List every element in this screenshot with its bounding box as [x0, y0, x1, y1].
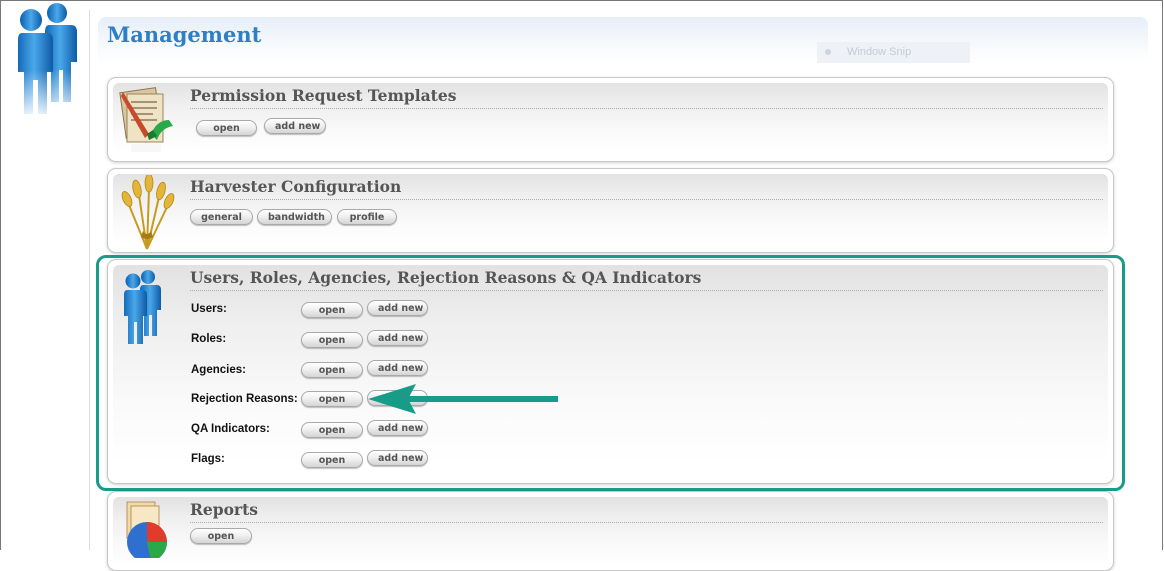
rail-divider — [89, 10, 90, 550]
page-title: Management — [107, 22, 262, 47]
harvester-general-button[interactable]: general — [190, 209, 253, 225]
agencies-row-label: Agencies: — [191, 364, 246, 376]
users-row-label: Users: — [191, 303, 227, 315]
qa-indicators-open-button[interactable]: open — [301, 422, 363, 438]
permission-card-title: Permission Request Templates — [190, 86, 1103, 109]
harvester-configuration-card: Harvester Configuration general bandwidt… — [107, 168, 1114, 253]
left-rail — [0, 0, 89, 140]
flags-row-label: Flags: — [191, 453, 225, 465]
reports-card-title: Reports — [190, 500, 1103, 523]
permission-add-new-button[interactable]: add new — [264, 118, 326, 134]
snip-label: Window Snip — [847, 46, 912, 58]
flags-open-button[interactable]: open — [301, 452, 363, 468]
card-header-band — [113, 265, 1108, 465]
window-snip-overlay: Window Snip — [817, 42, 970, 63]
roles-add-new-button[interactable]: add new — [367, 330, 428, 346]
roles-row-label: Roles: — [191, 333, 227, 345]
users-icon — [5, 3, 85, 120]
harvester-bandwidth-button[interactable]: bandwidth — [257, 209, 332, 225]
qa-indicators-row-label: QA Indicators: — [191, 423, 270, 435]
rejection-reasons-row-label: Rejection Reasons: — [191, 393, 298, 405]
agencies-add-new-button[interactable]: add new — [367, 360, 428, 376]
users-roles-agencies-card: Users, Roles, Agencies, Rejection Reason… — [107, 259, 1114, 484]
pie-chart-icon — [126, 501, 167, 558]
users-open-button[interactable]: open — [301, 302, 363, 318]
users-add-new-button[interactable]: add new — [367, 300, 428, 316]
permission-request-templates-card: Permission Request Templates open add ne… — [107, 77, 1114, 162]
harvester-card-title: Harvester Configuration — [190, 177, 1103, 200]
rejection-reasons-open-button[interactable]: open — [301, 391, 363, 407]
users-card-title: Users, Roles, Agencies, Rejection Reason… — [190, 268, 1103, 291]
wheat-icon — [121, 175, 175, 250]
snip-dot-icon — [825, 49, 831, 55]
permission-open-button[interactable]: open — [196, 120, 257, 136]
document-edit-icon — [119, 87, 173, 152]
agencies-open-button[interactable]: open — [301, 362, 363, 378]
harvester-profile-button[interactable]: profile — [337, 209, 397, 225]
roles-open-button[interactable]: open — [301, 332, 363, 348]
reports-card: Reports open — [107, 491, 1114, 571]
reports-open-button[interactable]: open — [190, 528, 252, 544]
qa-indicators-add-new-button[interactable]: add new — [367, 420, 428, 436]
flags-add-new-button[interactable]: add new — [367, 450, 428, 466]
users-icon — [122, 270, 161, 344]
arrow-left-icon — [368, 384, 558, 414]
